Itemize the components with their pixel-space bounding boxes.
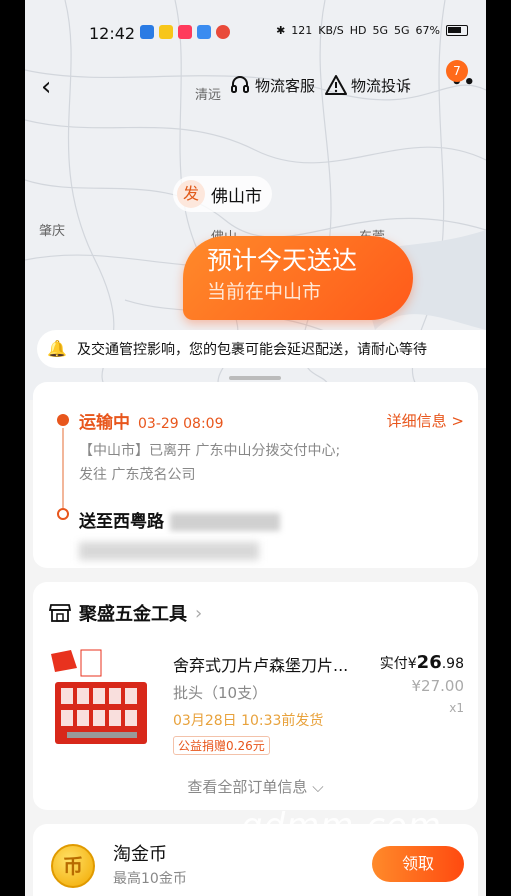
tracking-line1: 【中山市】已离开 广东中山分拨交付中心; [79,443,341,459]
phone-screen: 清远 肇庆 佛山 东莞 发 佛山市 预计今天送达 当前在中山市 12:42 ✱ … [25,0,486,896]
shop-name: 聚盛五金工具 [79,604,187,625]
sheet-drag-handle[interactable] [229,376,281,380]
shop-icon [49,604,71,622]
paid-label: 实付 [379,656,408,672]
paid-dec: .98 [441,656,464,672]
tracking-status: 运输中 [79,413,130,433]
original-price: ¥27.00 [411,677,465,695]
origin-tag: 发 [177,180,205,208]
charity-tag: 公益捐赠0.26元 [173,736,270,755]
view-all-orders-link[interactable]: 查看全部订单信息 ⌵ [33,776,478,797]
notification-icons [140,25,230,39]
price-block: 实付¥26.98 ¥27.00 x1 [380,652,464,715]
headset-icon [231,76,249,93]
notice-text: 及交通管控影响，您的包裹可能会延迟配送，请耐心等待 [77,342,427,358]
network-unit: KB/S [318,24,344,37]
tracking-line2: 发往 广东茂名公司 [79,467,196,483]
paid-currency: ¥ [407,656,417,672]
eta-bubble: 预计今天送达 当前在中山市 [183,236,413,320]
origin-city: 佛山市 [211,186,262,207]
map-label: 清远 [195,88,222,103]
delivery-address-prefix: 送至西粤路 [79,512,164,532]
tracking-card[interactable]: 运输中 03-29 08:09 【中山市】已离开 广东中山分拨交付中心; 发往 … [33,376,478,568]
status-bar: 12:42 ✱ 121 KB/S HD 5G 5G 67% [25,20,486,46]
signal-icon: 5G [394,24,410,37]
logistics-service-button[interactable]: 物流客服 [229,74,315,96]
hd-icon: HD [349,24,367,37]
product-title[interactable]: 舍弃式刀片卢森堡刀片... [173,652,348,676]
redacted-address [79,542,259,560]
network-speed: 121 [291,24,313,37]
ship-deadline: 03月28日 10:33前发货 [173,713,324,729]
status-right: ✱ 121 KB/S HD 5G 5G 67% [276,24,468,37]
product-spec: 批头（10支） [173,684,268,702]
shop-header[interactable]: 聚盛五金工具 › [49,600,462,626]
logistics-service-label: 物流客服 [255,76,316,95]
tracking-time: 03-29 08:09 [138,416,224,432]
chevron-left-icon: ‹ [41,72,52,102]
detail-info-link[interactable]: 详细信息 > [387,410,464,431]
bell-icon: 🔔 [47,339,67,358]
map-label: 肇庆 [39,224,66,239]
back-button[interactable]: ‹ [41,72,51,102]
bluetooth-icon: ✱ [276,24,286,37]
app-icon [216,25,230,39]
status-time: 12:42 [89,24,136,43]
app-icon [140,25,154,39]
app-icon [197,25,211,39]
tracking-dot-current [57,414,69,426]
paid-int: 26 [416,652,442,673]
chevron-right-icon: › [195,602,203,624]
coin-icon: 币 [51,844,95,888]
paid-price: 实付¥26.98 [380,652,464,673]
tracking-line [62,428,64,508]
header-actions: 物流客服 物流投诉 [229,66,469,104]
coins-subtitle: 最高10金币 [113,871,187,887]
redacted-address [169,513,280,531]
product-photo [47,648,155,752]
app-icon [159,25,173,39]
claim-button[interactable]: 领取 [372,846,464,882]
quantity: x1 [449,701,464,715]
tracking-dot-dest [57,508,69,520]
coins-title: 淘金币 [113,844,167,865]
signal-icon: 5G [372,24,389,37]
logistics-complaint-label: 物流投诉 [351,76,412,95]
delivery-address: 送至西粤路 [79,507,462,560]
warning-icon [325,75,348,95]
delay-notice[interactable]: 🔔 及交通管控影响，您的包裹可能会延迟配送，请耐心等待 [37,330,486,368]
battery-icon [446,25,468,36]
watermark: gdmm.com [241,806,442,846]
eta-location: 当前在中山市 [207,281,322,303]
logistics-complaint-button[interactable]: 物流投诉 [325,74,411,96]
app-icon [178,25,192,39]
eta-title: 预计今天送达 [207,246,358,275]
message-badge: 7 [446,60,468,82]
battery-percent: 67% [415,24,440,37]
product-image[interactable] [47,648,155,752]
order-card[interactable]: 聚盛五金工具 › 舍弃式刀片卢森堡刀片... 批头（10支） 03月28日 10… [33,582,478,810]
origin-marker[interactable]: 发 佛山市 [173,176,272,212]
